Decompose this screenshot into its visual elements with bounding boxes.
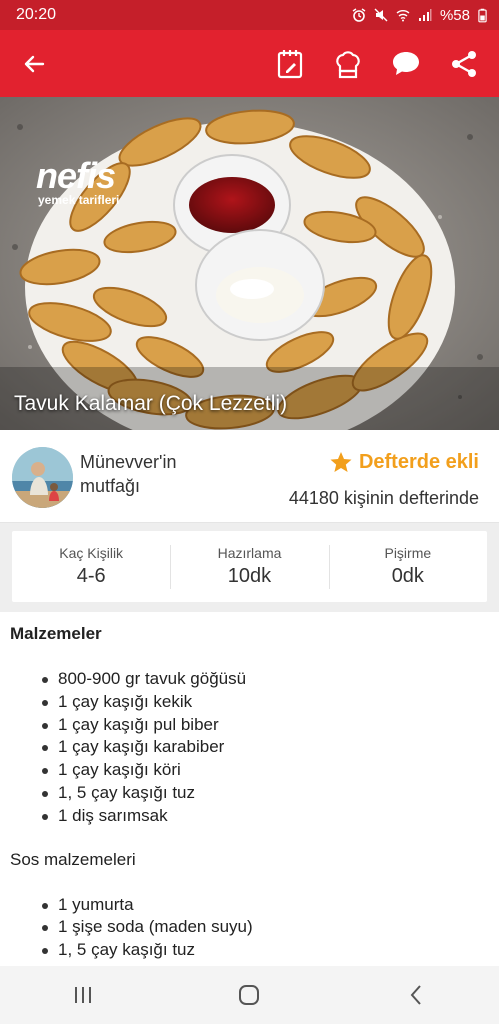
recipe-title: Tavuk Kalamar (Çok Lezzetli) (14, 392, 288, 415)
stat-value: 10dk (227, 565, 272, 587)
ingredients-list: 800-900 gr tavuk göğüsü 1 çay kaşığı kek… (10, 668, 489, 828)
mute-icon (374, 8, 388, 22)
recipe-stats-card: Kaç Kişilik 4-6 Hazırlama 10dk Pişirme 0… (12, 531, 487, 602)
signal-icon (418, 9, 432, 21)
logo-sub: yemek tarifleri (38, 193, 120, 207)
list-item: 1 çay kaşığı karabiber (42, 736, 489, 759)
sauce-heading: Sos malzemeleri (10, 849, 136, 869)
stat-label: Hazırlama (217, 545, 282, 561)
list-item: 1, 5 çay kaşığı tuz (42, 782, 489, 805)
author-name[interactable]: Münevver'in mutfağı (80, 450, 240, 498)
battery-text: %58 (439, 6, 470, 24)
add-to-notebook-button[interactable] (271, 45, 309, 83)
chef-button[interactable] (329, 45, 367, 83)
avatar-image (12, 447, 73, 508)
favorite-label: Defterde ekli (358, 450, 479, 473)
recipe-photo-art (0, 97, 499, 430)
wifi-icon (396, 10, 410, 22)
list-item: 800-900 gr tavuk göğüsü (42, 668, 489, 691)
stat-value: 4-6 (76, 565, 106, 587)
stat-prep-time: Hazırlama 10dk (170, 531, 328, 602)
recipe-stats: Kaç Kişilik 4-6 Hazırlama 10dk Pişirme 0… (0, 523, 499, 612)
list-item: 1 diş sarımsak (42, 805, 489, 828)
list-item: 1 çay kaşığı köri (42, 759, 489, 782)
stat-servings: Kaç Kişilik 4-6 (12, 531, 170, 602)
chef-hat-icon (336, 50, 360, 78)
status-time: 20:20 (16, 6, 57, 23)
system-nav-bar (0, 966, 499, 1024)
alarm-icon (352, 8, 366, 22)
status-bar: 20:20 %58 (0, 0, 499, 30)
favorite-count: 44180 kişinin defterinde (288, 488, 479, 508)
battery-icon (478, 8, 487, 22)
share-button[interactable] (445, 45, 483, 83)
logo-brand: nefis (36, 155, 116, 196)
home-icon (239, 985, 260, 1005)
star-icon (330, 452, 352, 472)
comments-button[interactable] (387, 45, 425, 83)
back-arrow-icon (24, 55, 45, 72)
list-item: 1, 5 çay kaşığı tuz (42, 939, 489, 962)
favorite-button[interactable]: Defterde ekli (329, 450, 479, 474)
share-icon (452, 50, 476, 77)
status-icons: %58 (352, 7, 487, 24)
sauce-list: 1 yumurta 1 şişe soda (maden suyu) 1, 5 … (10, 894, 489, 962)
home-button[interactable] (219, 971, 279, 1019)
recent-apps-button[interactable] (53, 971, 113, 1019)
stat-value: 0dk (391, 565, 424, 587)
app-bar (0, 30, 499, 97)
list-item: 1 şişe soda (maden suyu) (42, 916, 489, 939)
system-back-button[interactable] (386, 971, 446, 1019)
ingredients-heading: Malzemeler (10, 624, 102, 643)
back-button[interactable] (16, 46, 52, 82)
list-item: 1 çay kaşığı kekik (42, 691, 489, 714)
list-item: 1 çay kaşığı pul biber (42, 714, 489, 737)
ingredients-section: Malzemeler 800-900 gr tavuk göğüsü 1 çay… (0, 612, 499, 966)
avatar[interactable] (12, 447, 73, 508)
stat-label: Pişirme (384, 545, 432, 561)
stat-label: Kaç Kişilik (59, 545, 124, 561)
back-icon (410, 985, 421, 1005)
recipe-photo: nefis yemek tarifleri Tavuk Kalamar (Çok… (0, 97, 499, 430)
recent-apps-icon (75, 987, 92, 1003)
stat-cook-time: Pişirme 0dk (328, 531, 487, 602)
author-section: Münevver'in mutfağı Defterde ekli 44180 … (0, 430, 499, 523)
nefis-logo: nefis yemek tarifleri (36, 155, 119, 207)
notebook-icon (277, 49, 303, 78)
comment-icon (393, 51, 419, 75)
list-item: 1 yumurta (42, 894, 489, 917)
